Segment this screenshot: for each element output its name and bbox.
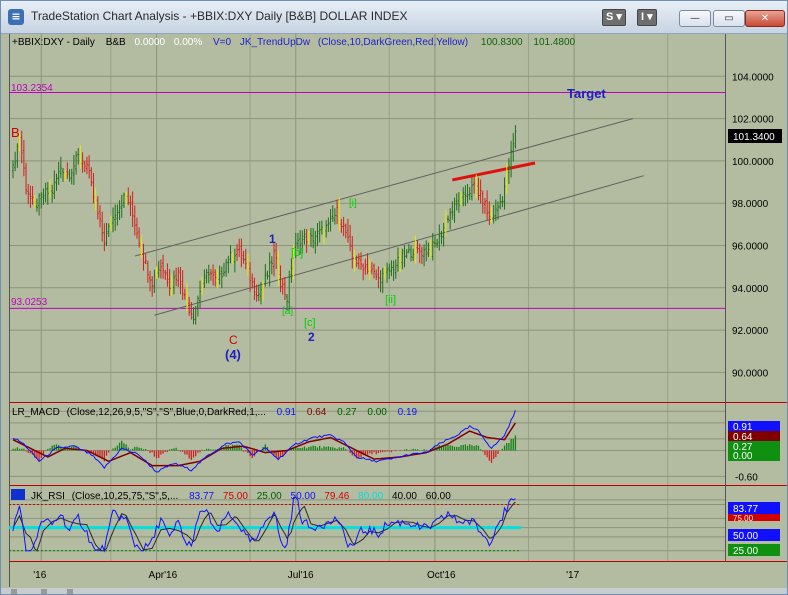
price-tick-100: 100.0000: [732, 157, 774, 168]
price-indicator-val-1: 100.8300: [481, 37, 523, 48]
wave-4-label: (4): [225, 347, 241, 362]
wave-1-label: 1: [269, 232, 276, 246]
price-tick-102: 102.0000: [732, 115, 774, 126]
macd-axis-4: 0.00: [733, 451, 753, 462]
rsi-value-3: 25.00: [257, 491, 282, 502]
macd-value-1: 0.91: [277, 407, 297, 418]
rsi-value-7: 40.00: [392, 491, 417, 502]
price-value-2: 0.00%: [174, 37, 202, 48]
price-indicator-params: (Close,10,DarkGreen,Red,Yellow): [318, 37, 468, 48]
s-dropdown-button[interactable]: S ▾: [602, 9, 626, 26]
macd-value-3: 0.27: [337, 407, 357, 418]
rsi-value-6: 80.00: [358, 491, 383, 502]
price-tick-92: 92.0000: [732, 326, 769, 337]
minimize-button[interactable]: —: [679, 10, 711, 27]
price-tick-90: 90.0000: [732, 368, 769, 379]
status-bar: [1, 588, 787, 594]
rsi-name: JK_RSI: [31, 491, 65, 502]
status-dot-1: [11, 589, 17, 594]
price-tick-98: 98.0000: [732, 199, 769, 210]
target-label: Target: [567, 86, 606, 101]
price-header: +BBIX:DXY - Daily B&B 0.0000 0.00% V=0 J…: [12, 37, 576, 48]
price-indicator-val-2: 101.4800: [533, 37, 575, 48]
rsi-axis-3: 50.00: [733, 531, 758, 542]
i-dropdown-button[interactable]: I ▾: [637, 9, 657, 26]
price-value-1: 0.0000: [134, 37, 165, 48]
level-high-label: 103.2354: [11, 83, 53, 94]
wave-i-label: [i]: [349, 198, 357, 209]
last-price-value: 101.3400: [733, 132, 775, 143]
wave-ii-label: [ii]: [385, 294, 396, 306]
wave-a-small-label: [a]: [282, 306, 293, 317]
wave-b-small-label: [b]: [291, 247, 303, 259]
macd-value-4: 0.00: [367, 407, 387, 418]
window-title: TradeStation Chart Analysis - +BBIX:DXY …: [31, 9, 408, 23]
time-axis-panel: [9, 560, 725, 587]
macd-params: (Close,12,26,9,5,"S","S",Blue,0,DarkRed,…: [67, 407, 266, 418]
status-dot-3: [67, 589, 73, 594]
status-dot-2: [41, 589, 47, 594]
price-tick-94: 94.0000: [732, 284, 769, 295]
rsi-value-2: 75.00: [223, 491, 248, 502]
macd-tick-low: -0.60: [735, 472, 758, 483]
macd-value-5: 0.19: [398, 407, 418, 418]
price-volume: V=0: [213, 37, 232, 48]
chart-area[interactable]: 90.0000 92.0000 94.0000 96.0000 98.0000 100.0…: [1, 34, 787, 587]
chart-window: ≡ TradeStation Chart Analysis - +BBIX:DX…: [0, 0, 788, 595]
time-tick-0: '16: [33, 570, 46, 581]
rsi-params: (Close,10,25,75,"S",5,...: [72, 491, 179, 502]
rsi-axis-2: 75.00: [733, 514, 754, 523]
rsi-value-4: 50.00: [291, 491, 316, 502]
wave-c-small-label: [c]: [304, 317, 316, 329]
wave-c-label: C: [229, 333, 238, 347]
price-tick-96: 96.0000: [732, 241, 769, 252]
rsi-value-8: 60.00: [426, 491, 451, 502]
time-tick-1: Apr'16: [149, 570, 178, 581]
macd-header: LR_MACD (Close,12,26,9,5,"S","S",Blue,0,…: [12, 407, 418, 418]
wave-b-label: B: [11, 125, 20, 140]
macd-name: LR_MACD: [12, 407, 60, 418]
maximize-button[interactable]: ▭: [713, 10, 745, 27]
time-tick-4: '17: [566, 570, 579, 581]
price-tick-104: 104.0000: [732, 72, 774, 83]
tradestation-app-icon: ≡: [8, 9, 24, 25]
rsi-value-5: 79.46: [324, 491, 349, 502]
close-button[interactable]: ✕: [745, 10, 785, 27]
level-low-label: 93.0253: [11, 297, 48, 308]
price-bb: B&B: [106, 37, 126, 48]
rsi-icon: [11, 489, 25, 500]
title-bar[interactable]: ≡ TradeStation Chart Analysis - +BBIX:DX…: [1, 1, 787, 34]
price-indicator-name: JK_TrendUpDw: [240, 37, 311, 48]
macd-value-2: 0.64: [307, 407, 327, 418]
time-tick-3: Oct'16: [427, 570, 456, 581]
wave-2-label: 2: [308, 330, 315, 344]
time-tick-2: Jul'16: [288, 570, 314, 581]
price-symbol: +BBIX:DXY - Daily: [12, 37, 95, 48]
rsi-axis-4: 25.00: [733, 546, 758, 557]
rsi-value-1: 83.77: [189, 491, 214, 502]
